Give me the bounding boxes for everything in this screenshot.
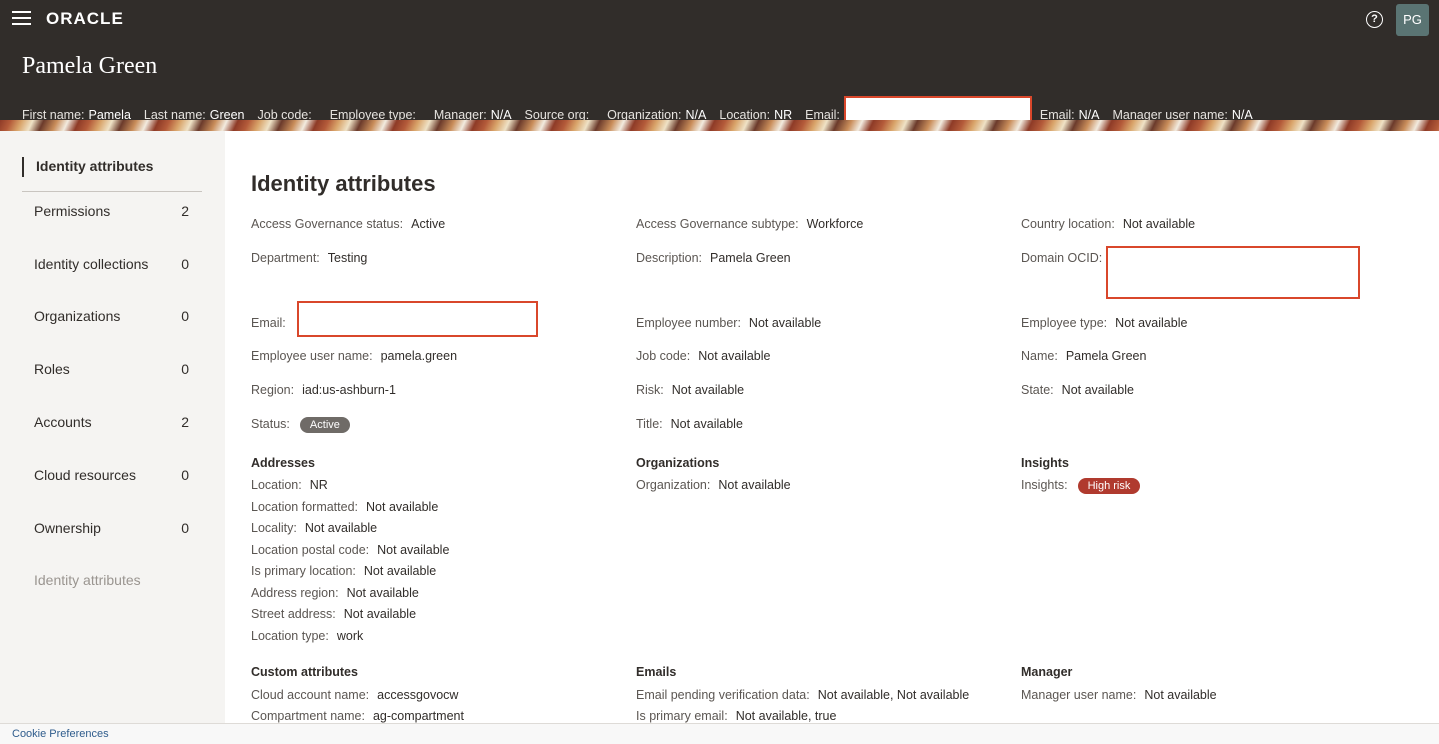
employee-type-field: Employee type: Not available [1021, 316, 1188, 330]
sidebar-item-permissions[interactable]: Permissions 2 [34, 203, 194, 227]
sidebar-item-label: Identity collections [34, 256, 149, 272]
sidebar-item-identity-attributes[interactable]: Identity attributes [34, 572, 194, 596]
job-code-field: Job code: Not available [636, 349, 771, 363]
region-field: Region: iad:us-ashburn-1 [251, 383, 396, 397]
location-type-field: Location type: work [251, 629, 364, 643]
country-location-field: Country location: Not available [1021, 217, 1196, 231]
address-region-field: Address region: Not available [251, 586, 419, 600]
ag-status-field: Access Governance status: Active [251, 217, 446, 231]
employee-number-field: Employee number: Not available [636, 316, 822, 330]
status-field: Status: Active [251, 417, 350, 433]
insights-heading: Insights [1021, 456, 1069, 470]
oracle-logo[interactable]: ORACLE [46, 9, 124, 29]
department-field: Department: Testing [251, 251, 368, 265]
is-primary-email-field: Is primary email: Not available, true [636, 709, 837, 723]
custom-attributes-heading: Custom attributes [251, 665, 358, 679]
sidebar-item-ownership[interactable]: Ownership 0 [34, 520, 194, 544]
active-indicator [22, 157, 24, 177]
ag-subtype-field: Access Governance subtype: Workforce [636, 217, 864, 231]
decorative-banner [0, 120, 1439, 131]
redacted-domain-ocid-box [1106, 246, 1360, 299]
addresses-heading: Addresses [251, 456, 315, 470]
page-title: Identity attributes [251, 171, 436, 196]
state-field: State: Not available [1021, 383, 1134, 397]
compartment-name-field: Compartment name: ag-compartment [251, 709, 464, 723]
location-formatted-field: Location formatted: Not available [251, 500, 439, 514]
organizations-heading: Organizations [636, 456, 720, 470]
user-avatar[interactable]: PG [1396, 4, 1429, 36]
sidebar-item-label: Roles [34, 361, 70, 377]
sidebar-item-label: Permissions [34, 203, 111, 219]
street-address-field: Street address: Not available [251, 607, 417, 621]
sidebar-item-accounts[interactable]: Accounts 2 [34, 414, 194, 438]
identity-header: Pamela Green First name: Pamela Last name… [0, 40, 1439, 134]
help-icon[interactable]: ? [1366, 11, 1383, 28]
employee-user-name-field: Employee user name: pamela.green [251, 349, 458, 363]
status-badge: Active [299, 417, 350, 433]
sidebar-item-identity-attributes-active[interactable]: Identity attributes [22, 157, 202, 192]
domain-ocid-field: Domain OCID: [1021, 251, 1103, 265]
sidebar-item-label: Identity attributes [34, 572, 141, 588]
sidebar-item-label[interactable]: Identity attributes [36, 158, 153, 174]
locality-field: Locality: Not available [251, 521, 378, 535]
top-bar: ORACLE ? PG [0, 0, 1439, 40]
manager-heading: Manager [1021, 665, 1073, 679]
redacted-email-field-box [297, 301, 538, 337]
sidebar-item-count: 0 [181, 520, 189, 536]
sidebar-item-identity-collections[interactable]: Identity collections 0 [34, 256, 194, 280]
title-field: Title: Not available [636, 417, 743, 431]
sidebar-item-count: 0 [181, 361, 189, 377]
address-location-field: Location: NR [251, 478, 328, 492]
high-risk-badge: High risk [1077, 478, 1141, 494]
sidebar-item-label: Ownership [34, 520, 101, 536]
description-field: Description: Pamela Green [636, 251, 791, 265]
insights-field: Insights: High risk [1021, 478, 1141, 494]
hamburger-menu-icon[interactable] [12, 11, 31, 27]
emails-heading: Emails [636, 665, 677, 679]
sidebar-item-count: 0 [181, 308, 189, 324]
is-primary-location-field: Is primary location: Not available [251, 564, 437, 578]
organization-field: Organization: Not available [636, 478, 791, 492]
cookie-preferences-link[interactable]: Cookie Preferences [12, 728, 109, 740]
sidebar-item-count: 0 [181, 256, 189, 272]
sidebar-item-count: 2 [181, 203, 189, 219]
sidebar-item-organizations[interactable]: Organizations 0 [34, 308, 194, 332]
postal-code-field: Location postal code: Not available [251, 543, 450, 557]
email-pending-verification-field: Email pending verification data: Not avai… [636, 688, 970, 702]
identity-name: Pamela Green [22, 53, 158, 79]
sidebar-item-count: 2 [181, 414, 189, 430]
sidebar-item-cloud-resources[interactable]: Cloud resources 0 [34, 467, 194, 491]
sidebar-item-roles[interactable]: Roles 0 [34, 361, 194, 385]
manager-user-name-field: Manager user name: Not available [1021, 688, 1217, 702]
name-field: Name: Pamela Green [1021, 349, 1147, 363]
sidebar-item-label: Cloud resources [34, 467, 136, 483]
sidebar-item-label: Organizations [34, 308, 121, 324]
main-content: Identity attributes Access Governance st… [225, 131, 1439, 723]
risk-field: Risk: Not available [636, 383, 745, 397]
footer: Cookie Preferences [0, 723, 1439, 744]
sidebar-item-label: Accounts [34, 414, 92, 430]
sidebar: Identity attributes Permissions 2 Identit… [0, 131, 225, 723]
sidebar-item-count: 0 [181, 467, 189, 483]
cloud-account-name-field: Cloud account name: accessgovocw [251, 688, 459, 702]
email-field: Email: [251, 316, 286, 330]
